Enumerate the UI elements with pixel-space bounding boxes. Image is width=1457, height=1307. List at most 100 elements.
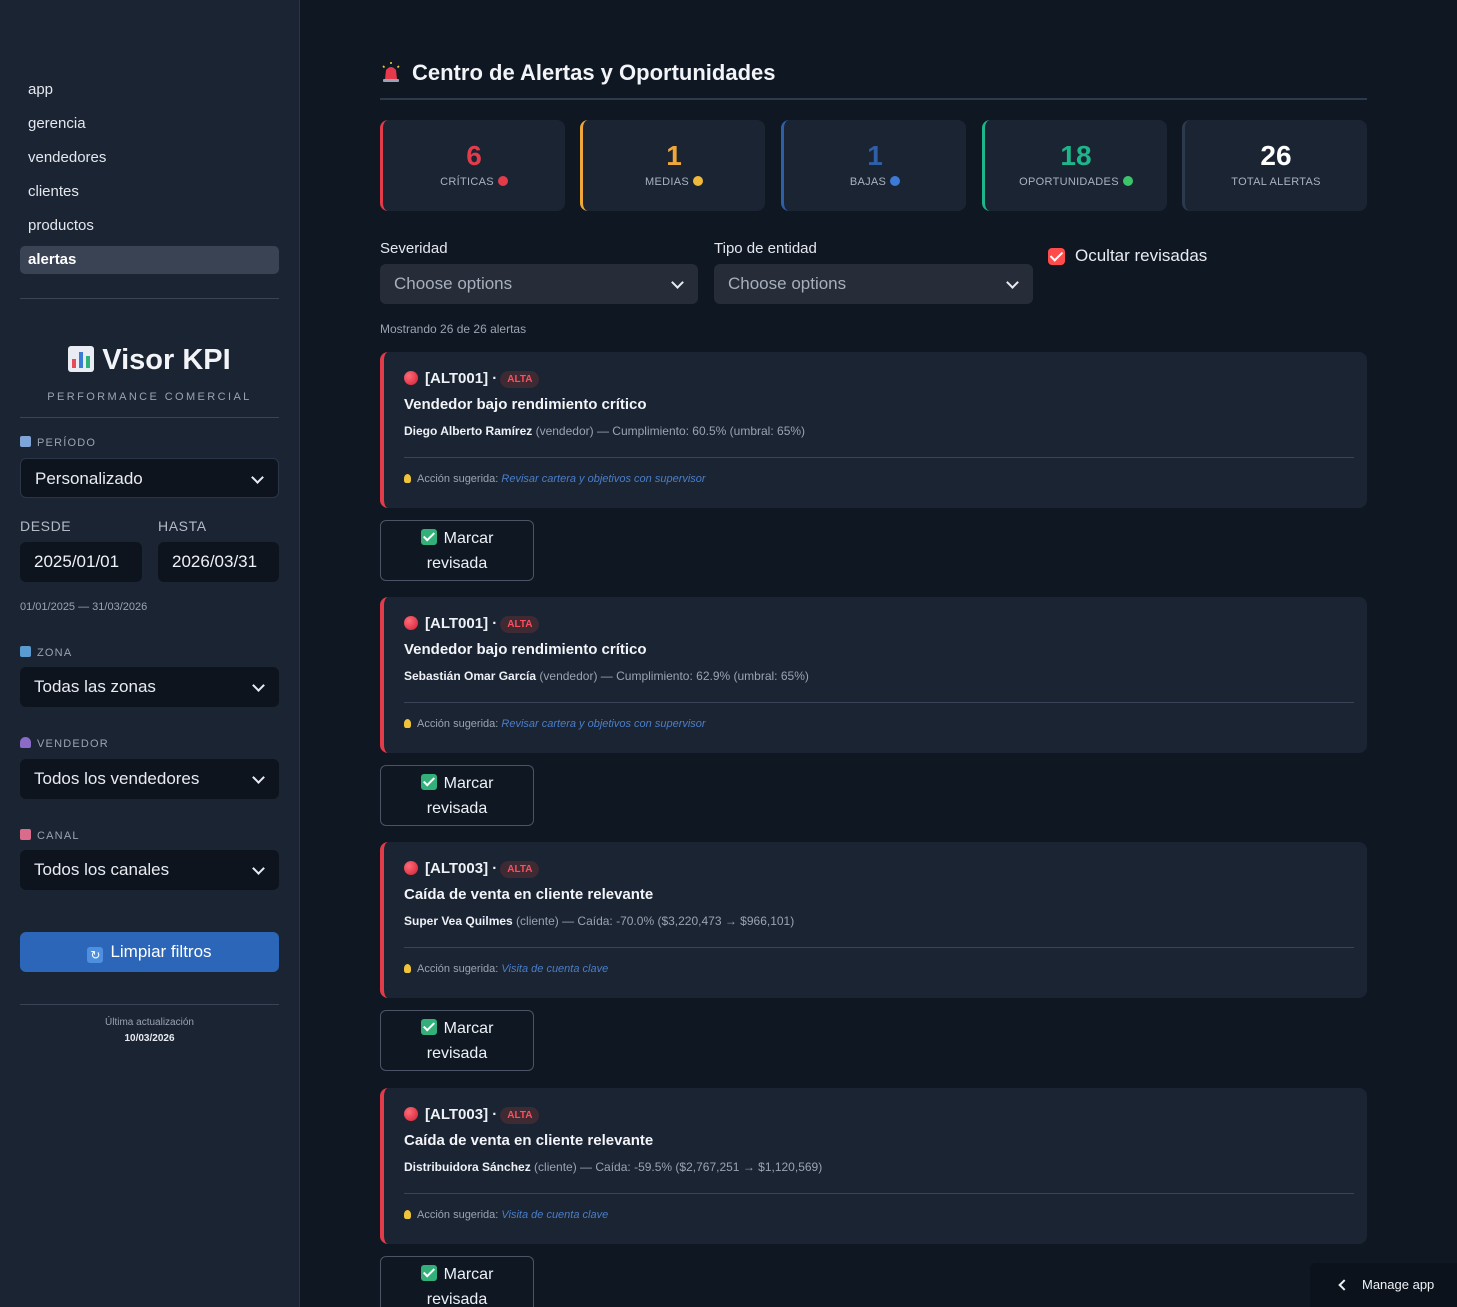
nav-item-alertas[interactable]: alertas [20,246,279,274]
lightbulb-icon [404,1210,411,1219]
alert-title: Caída de venta en cliente relevante [404,1132,654,1149]
alert-divider [404,457,1354,458]
alert-divider [404,702,1354,703]
hasta-label: HASTA [158,518,207,534]
page-title: Centro de Alertas y Oportunidades [380,60,775,86]
desde-label: DESDE [20,518,72,534]
sidebar-divider [20,298,279,299]
alert-title: Vendedor bajo rendimiento crítico [404,396,647,413]
stat-label: MEDIAS [583,176,765,188]
stat-label: OPORTUNIDADES [985,176,1167,188]
mark-reviewed-button[interactable]: Marcar revisada [380,1010,534,1071]
tipo-entidad-label: Tipo de entidad [714,240,817,257]
zona-label: ZONA [20,646,72,659]
showing-count: Mostrando 26 de 26 alertas [380,322,527,336]
vendedor-label: VENDEDOR [20,737,109,750]
stat-oportunidades: 18 OPORTUNIDADES [982,120,1167,211]
last-updated-date: 10/03/2026 [124,1033,175,1044]
stat-criticas: 6 CRÍTICAS [380,120,565,211]
stat-label: CRÍTICAS [383,176,565,188]
alert-description: Distribuidora Sánchez (cliente) — Caída:… [404,1160,823,1174]
red-circle-icon [404,861,418,875]
suggested-action: Acción sugerida: Visita de cuenta clave [404,963,608,975]
hasta-date-input[interactable]: 2026/03/31 [158,542,279,582]
alert-description: Diego Alberto Ramírez (vendedor) — Cumpl… [404,424,806,438]
chevron-down-icon [671,276,684,289]
manage-app-button[interactable]: Manage app [1310,1263,1457,1307]
stat-value: 6 [466,140,482,171]
stat-label: BAJAS [784,176,966,188]
nav-item-clientes[interactable]: clientes [20,178,279,206]
alert-description: Sebastián Omar García (vendedor) — Cumpl… [404,669,809,683]
lightbulb-icon [404,474,411,483]
nav-item-gerencia[interactable]: gerencia [20,110,279,138]
mark-reviewed-button[interactable]: Marcar revisada [380,520,534,581]
vendedor-select[interactable]: Todos los vendedores [20,759,279,799]
green-circle-icon [1122,176,1133,186]
sidebar: app gerencia vendedores clientes product… [0,0,300,1307]
chevron-down-icon [252,771,265,784]
chevron-down-icon [1006,276,1019,289]
sidebar-nav: app gerencia vendedores clientes product… [20,76,279,280]
ocultar-revisadas-checkbox[interactable] [1048,248,1065,265]
zona-select[interactable]: Todas las zonas [20,667,279,707]
stat-total: 26 TOTAL ALERTAS [1182,120,1367,211]
alert-title: Vendedor bajo rendimiento crítico [404,641,647,658]
suggested-action: Acción sugerida: Revisar cartera y objet… [404,718,706,730]
title-divider [380,98,1367,100]
stat-bajas: 1 BAJAS [781,120,966,211]
periodo-label: PERÍODO [20,436,96,449]
stat-value: 1 [666,140,682,171]
nav-item-vendedores[interactable]: vendedores [20,144,279,172]
mark-reviewed-button[interactable]: Marcar revisada [380,1256,534,1307]
map-icon [20,646,31,657]
ocultar-revisadas-label[interactable]: Ocultar revisadas [1075,246,1207,266]
sidebar-divider [20,1004,279,1005]
alert-divider [404,1193,1354,1194]
severidad-label: Severidad [380,240,448,257]
stat-value: 1 [867,140,883,171]
user-icon [20,737,31,748]
severity-badge: ALTA [500,616,540,633]
desde-date-input[interactable]: 2025/01/01 [20,542,142,582]
stat-medias: 1 MEDIAS [580,120,765,211]
lightbulb-icon [404,964,411,973]
nav-item-app[interactable]: app [20,76,279,104]
nav-item-productos[interactable]: productos [20,212,279,240]
red-circle-icon [404,1107,418,1121]
severity-badge: ALTA [500,1107,540,1124]
canal-select[interactable]: Todos los canales [20,850,279,890]
mark-reviewed-button[interactable]: Marcar revisada [380,765,534,826]
check-icon [420,774,437,790]
refresh-icon: ↻ [87,947,104,963]
brand-name: Visor KPI [102,344,231,376]
severity-badge: ALTA [500,861,540,878]
periodo-select[interactable]: Personalizado [20,458,279,498]
check-icon [420,1019,437,1035]
alert-description: Super Vea Quilmes (cliente) — Caída: -70… [404,914,795,928]
sidebar-divider [20,417,279,418]
brand-subtitle: PERFORMANCE COMERCIAL [47,391,252,403]
red-circle-icon [497,176,508,186]
alert-card: [ALT001] · ALTA Vendedor bajo rendimiento… [380,352,1367,508]
severidad-multiselect[interactable]: Choose options [380,264,698,304]
chevron-down-icon [252,679,265,692]
chevron-down-icon [251,471,264,484]
alert-card: [ALT003] · ALTA Caída de venta en cliente… [380,842,1367,998]
alert-card: [ALT001] · ALTA Vendedor bajo rendimiento… [380,597,1367,753]
stat-value: 26 [1260,140,1292,171]
clear-filters-button[interactable]: ↻ Limpiar filtros [20,932,279,972]
red-circle-icon [404,616,418,630]
red-circle-icon [404,371,418,385]
check-icon [420,1265,437,1281]
store-icon [20,829,31,840]
check-icon [420,529,437,545]
alert-header: [ALT003] · ALTA [404,1106,540,1124]
tipo-entidad-multiselect[interactable]: Choose options [714,264,1033,304]
stat-value: 18 [1060,140,1092,171]
calendar-icon [20,436,31,447]
alert-title: Caída de venta en cliente relevante [404,886,654,903]
canal-label: CANAL [20,829,80,842]
bar-chart-icon [68,346,95,372]
alert-header: [ALT001] · ALTA [404,370,540,388]
